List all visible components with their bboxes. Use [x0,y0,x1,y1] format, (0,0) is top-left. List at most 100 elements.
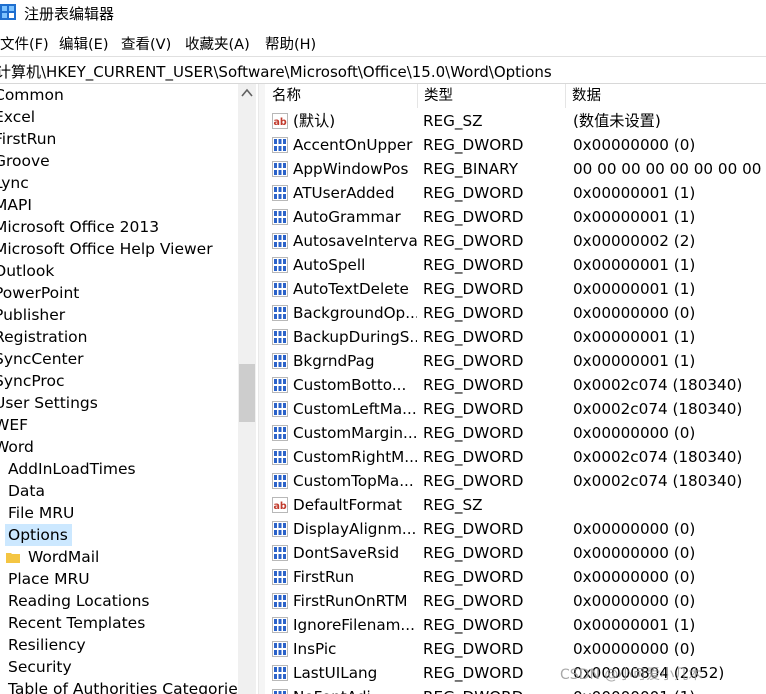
value-type: REG_DWORD [423,616,524,634]
value-row[interactable]: FirstRunOnRTM REG_DWORD 0x00000000 (0) [266,589,766,613]
binary-value-icon [272,233,288,249]
tree-item[interactable]: Options [5,524,72,546]
value-row[interactable]: DontSaveRsid REG_DWORD 0x00000000 (0) [266,541,766,565]
column-header-type[interactable]: 类型 [418,84,566,108]
value-type: REG_DWORD [423,520,524,538]
tree-item[interactable]: SyncCenter [0,348,84,370]
value-row[interactable]: AutosaveInterval REG_DWORD 0x00000002 (2) [266,229,766,253]
pane-splitter[interactable] [258,84,265,694]
value-name: AccentOnUpper [293,136,413,154]
value-name: NoFontAdj [293,685,417,694]
tree-item-label: WEF [0,416,29,434]
value-name: InsPic [293,640,337,658]
value-row[interactable]: BkgrndPag REG_DWORD 0x00000001 (1) [266,349,766,373]
value-row[interactable]: AppWindowPos REG_BINARY 00 00 00 00 00 00 … [266,157,766,181]
scrollbar-thumb[interactable] [239,364,255,422]
value-name: DontSaveRsid [293,544,400,562]
value-data: 0x00000001 (1) [573,208,696,226]
tree-item[interactable]: Common [0,84,64,106]
menu-edit[interactable]: 编辑(E) [59,33,108,54]
value-name: CustomRightM... [293,448,417,466]
tree-item[interactable]: Registration [0,326,87,348]
value-data: (数值未设置) [573,112,661,130]
value-row[interactable]: CustomTopMa... REG_DWORD 0x0002c074 (18034… [266,469,766,493]
value-name: AutoSpell [293,256,366,274]
value-row[interactable]: AutoGrammar REG_DWORD 0x00000001 (1) [266,205,766,229]
value-name: DisplayAlignm... [293,520,417,538]
tree-item[interactable]: Resiliency [8,634,86,656]
tree-item[interactable]: Microsoft Office 2013 [0,216,159,238]
tree-item[interactable]: Microsoft Office Help Viewer [0,238,213,260]
value-data: 0x0002c074 (180340) [573,472,743,490]
value-name: CustomMargin... [293,424,417,442]
tree-item[interactable]: Place MRU [8,568,90,590]
tree-item[interactable]: Security [8,656,72,678]
key-tree: Common Excel FirstRun Groove Lync MAPI Microso… [0,84,258,694]
value-name: BackgroundOp... [293,304,417,322]
tree-item[interactable]: Publisher [0,304,65,326]
value-name: CustomLeftMa... [293,400,417,418]
value-row[interactable]: NoFontAdj REG_DWORD0x00000001 (1) [266,685,766,694]
binary-value-icon [272,401,288,417]
value-type: REG_DWORD [423,256,524,274]
value-name: AppWindowPos [293,160,409,178]
menu-bar: 文件(F) 编辑(E) 查看(V) 收藏夹(A) 帮助(H) [0,33,766,55]
tree-item[interactable]: PowerPoint [0,282,79,304]
tree-item[interactable]: WEF [0,414,28,436]
value-row[interactable]: CustomRightM... REG_DWORD 0x0002c074 (1803… [266,445,766,469]
binary-value-icon [272,449,288,465]
tree-item[interactable]: AddInLoadTimes [8,458,136,480]
tree-item[interactable]: MAPI [0,194,32,216]
value-data: 0x00000001 (1) [573,280,696,298]
tree-scrollbar[interactable] [238,84,256,694]
value-row[interactable]: DisplayAlignm... REG_DWORD 0x00000000 (0) [266,517,766,541]
value-type: REG_DWORD [423,232,524,250]
tree-item[interactable]: Table of Authorities Categories [8,678,246,694]
column-header-name[interactable]: 名称 [266,84,418,108]
binary-value-icon [272,425,288,441]
address-path[interactable]: 计算机\HKEY_CURRENT_USER\Software\Microsoft… [0,61,552,82]
value-row[interactable]: BackupDuringS... REG_DWORD 0x00000001 (1) [266,325,766,349]
value-name: CustomBotto... [293,376,407,394]
value-name: DefaultFormat [293,496,403,514]
values-list: 名称 类型 数据 ab (默认) REG_SZ (数值未设置) AccentOnUppe… [266,84,766,694]
value-name: AutosaveInterval [293,232,417,250]
value-row[interactable]: InsPic REG_DWORD 0x00000000 (0) [266,637,766,661]
menu-view[interactable]: 查看(V) [121,33,171,54]
column-header-data[interactable]: 数据 [566,84,766,108]
value-row[interactable]: CustomLeftMa... REG_DWORD 0x0002c074 (1803… [266,397,766,421]
tree-item[interactable]: FirstRun [0,128,56,150]
value-row[interactable]: ab (默认) REG_SZ (数值未设置) [266,109,766,133]
tree-item[interactable]: Reading Locations [8,590,149,612]
scroll-up-arrow-icon[interactable] [241,88,253,98]
menu-favorites[interactable]: 收藏夹(A) [185,33,250,54]
tree-item[interactable]: WordMail [6,546,99,568]
tree-item[interactable]: User Settings [0,392,98,414]
value-row[interactable]: AccentOnUpper REG_DWORD 0x00000000 (0) [266,133,766,157]
tree-item[interactable]: SyncProc [0,370,64,392]
value-row[interactable]: CustomBotto... REG_DWORD 0x0002c074 (18034… [266,373,766,397]
tree-item-label: User Settings [0,394,98,412]
value-row[interactable]: AutoTextDelete REG_DWORD 0x00000001 (1) [266,277,766,301]
tree-item[interactable]: File MRU [8,502,74,524]
value-row[interactable]: IgnoreFilenam... REG_DWORD 0x00000001 (1) [266,613,766,637]
tree-item[interactable]: Recent Templates [8,612,145,634]
tree-item[interactable]: Lync [0,172,29,194]
tree-item[interactable]: Word [0,436,34,458]
menu-file[interactable]: 文件(F) [0,33,49,54]
tree-item[interactable]: Excel [0,106,35,128]
tree-item[interactable]: Data [8,480,45,502]
value-row[interactable]: CustomMargin... REG_DWORD 0x00000000 (0) [266,421,766,445]
value-row[interactable]: FirstRun REG_DWORD 0x00000000 (0) [266,565,766,589]
tree-item[interactable]: Groove [0,150,50,172]
value-type: REG_DWORD [423,568,524,586]
value-type: REG_DWORD [423,280,524,298]
value-row[interactable]: ATUserAdded REG_DWORD 0x00000001 (1) [266,181,766,205]
value-row[interactable]: BackgroundOp... REG_DWORD 0x00000000 (0) [266,301,766,325]
value-row[interactable]: ab DefaultFormat REG_SZ [266,493,766,517]
menu-help[interactable]: 帮助(H) [265,33,316,54]
address-bar[interactable]: 计算机\HKEY_CURRENT_USER\Software\Microsoft… [0,56,766,84]
tree-item-label: Place MRU [8,570,90,588]
value-row[interactable]: AutoSpell REG_DWORD 0x00000001 (1) [266,253,766,277]
tree-item[interactable]: Outlook [0,260,54,282]
